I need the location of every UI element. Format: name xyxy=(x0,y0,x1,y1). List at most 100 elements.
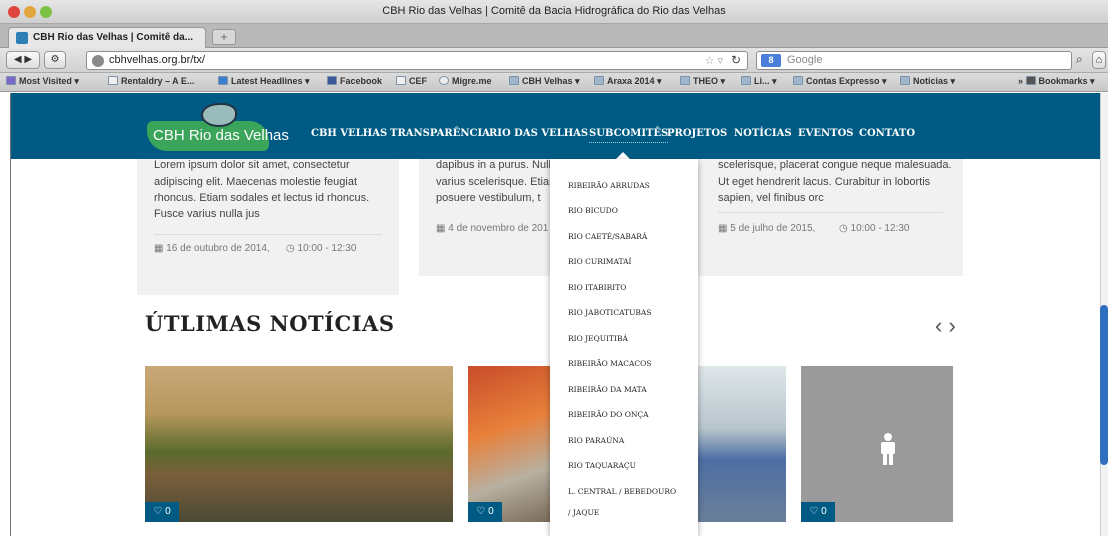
event-text-line: rhoncus. Etiam sodales et lectus id rhon… xyxy=(154,192,370,204)
subcomites-dropdown: RIBEIRÃO ARRUDAS RIO BICUDO RIO CAETÉ/SA… xyxy=(550,159,698,536)
new-tab-button[interactable]: + xyxy=(212,29,236,45)
bookmark-folder[interactable]: Contas Expresso ▾ xyxy=(793,76,887,87)
nav-eventos[interactable]: EVENTOS xyxy=(798,128,854,139)
heart-icon[interactable]: ♡ 0 xyxy=(476,506,493,517)
like-counter[interactable]: ♡ 0 xyxy=(801,502,835,522)
window-title: CBH Rio das Velhas | Comitê da Bacia Hid… xyxy=(382,5,726,17)
event-text-line: Fusce varius nulla jus xyxy=(154,208,260,220)
heart-icon[interactable]: ♡ 0 xyxy=(153,506,170,517)
browser-window: CBH Rio das Velhas | Comitê da Bacia Hid… xyxy=(0,0,1108,536)
news-image[interactable] xyxy=(698,366,786,522)
news-image[interactable]: ♡ 0 xyxy=(468,366,552,522)
tab-bar: CBH Rio das Velhas | Comitê da... + xyxy=(0,24,1108,48)
latest-news-heading: ÚTLIMAS NOTÍCIAS xyxy=(145,311,395,336)
event-text-line: sapien, vel finibus orc xyxy=(718,192,824,204)
submenu-item[interactable]: RIBEIRÃO MACACOS xyxy=(568,359,651,368)
heart-icon[interactable]: ♡ 0 xyxy=(809,506,826,517)
navigation-bar: ◀ ▶ ⚙ cbhvelhas.org.br/tx/ ☆ ▿ ↻ 8 Googl… xyxy=(0,48,1108,73)
fish-logo-icon xyxy=(201,103,237,127)
bookmark-folder[interactable]: THEO ▾ xyxy=(680,76,725,87)
back-button[interactable]: ◀ ▶ xyxy=(6,51,40,69)
tab-label: CBH Rio das Velhas | Comitê da... xyxy=(33,32,194,43)
browser-tab[interactable]: CBH Rio das Velhas | Comitê da... xyxy=(8,27,206,48)
nav-contato[interactable]: CONTATO xyxy=(859,128,915,139)
bookmark-star-icon[interactable]: ☆ ▿ xyxy=(705,54,723,67)
person-icon xyxy=(881,433,895,465)
submenu-item[interactable]: RIBEIRÃO DO ONÇA xyxy=(568,410,649,419)
submenu-item[interactable]: RIO ITABIRITO xyxy=(568,283,626,292)
carousel-arrows[interactable]: ‹ › xyxy=(935,313,956,339)
web-page: CBH Rio das Velhas CBH VELHAS TRANSPARÊN… xyxy=(10,93,1102,536)
submenu-item[interactable]: RIO JEQUITIBÁ xyxy=(568,334,628,343)
search-icon[interactable]: ⌕ xyxy=(1076,52,1083,67)
clock-icon: ◷ xyxy=(839,223,851,234)
calendar-icon: ▦ xyxy=(154,243,167,254)
submenu-item[interactable]: RIBEIRÃO ARRUDAS xyxy=(568,181,650,190)
favicon-icon xyxy=(16,32,28,44)
submenu-item[interactable]: RIO CAETÉ/SABARÁ xyxy=(568,232,647,241)
bookmark-item[interactable]: Migre.me xyxy=(439,76,492,86)
reload-icon[interactable]: ↻ xyxy=(731,53,741,67)
news-image[interactable]: ♡ 0 xyxy=(145,366,453,522)
url-bar[interactable]: cbhvelhas.org.br/tx/ ☆ ▿ ↻ xyxy=(86,51,748,70)
event-date: ▦ 5 de julho de 2015, xyxy=(718,223,816,234)
nav-noticias[interactable]: NOTÍCIAS xyxy=(734,128,792,139)
event-text-line: Ut eget hendrerit lacus. Curabitur in lo… xyxy=(718,176,931,188)
nav-rio-das-velhas[interactable]: RIO DAS VELHAS xyxy=(489,128,588,139)
home-button[interactable]: ⌂ xyxy=(1092,51,1106,69)
nav-transparencia[interactable]: TRANSPARÊNCIA xyxy=(390,128,490,139)
chevron-right-icon[interactable]: › xyxy=(948,313,955,338)
bookmark-item[interactable]: Rentaldry – A E... xyxy=(108,76,194,86)
event-time: ◷ 10:00 - 12:30 xyxy=(286,243,357,254)
submenu-item[interactable]: RIO PARAÚNA xyxy=(568,436,624,445)
submenu-item[interactable]: RIO JABOTICATUBAS xyxy=(568,308,651,317)
chevron-left-icon[interactable]: ‹ xyxy=(935,313,942,338)
like-counter[interactable]: ♡ 0 xyxy=(145,502,179,522)
submenu-item[interactable]: L. CENTRAL / BEBEDOURO xyxy=(568,487,676,496)
site-header: CBH Rio das Velhas CBH VELHAS TRANSPARÊN… xyxy=(11,93,1102,159)
submenu-item[interactable]: RIBEIRÃO DA MATA xyxy=(568,385,647,394)
event-date: ▦ 4 de novembro de 201 xyxy=(436,223,549,234)
site-identity-button[interactable]: ⚙ xyxy=(44,51,66,69)
event-time: ◷ 10:00 - 12:30 xyxy=(839,223,910,234)
bookmark-folder[interactable]: Li... ▾ xyxy=(741,76,777,87)
submenu-item[interactable]: RIO TAQUARAÇU xyxy=(568,461,636,470)
event-text-line: varius scelerisque. Etiam xyxy=(436,176,559,188)
globe-icon xyxy=(92,55,104,67)
search-engine-icon[interactable]: 8 xyxy=(761,54,781,67)
clock-icon: ◷ xyxy=(286,243,298,254)
event-text-line: scelerisque, placerat congue neque males… xyxy=(718,159,952,171)
bookmark-folder[interactable]: CBH Velhas ▾ xyxy=(509,76,580,87)
title-bar: CBH Rio das Velhas | Comitê da Bacia Hid… xyxy=(0,0,1108,24)
event-text-line: posuere vestibulum, t xyxy=(436,192,541,204)
site-logo[interactable]: CBH Rio das Velhas xyxy=(147,103,289,151)
event-date: ▦ 16 de outubro de 2014, xyxy=(154,243,270,254)
event-text-line: Lorem ipsum dolor sit amet, consectetur xyxy=(154,159,350,171)
like-counter[interactable]: ♡ 0 xyxy=(468,502,502,522)
submenu-item[interactable]: RIO BICUDO xyxy=(568,206,618,215)
nav-cbh-velhas[interactable]: CBH VELHAS xyxy=(311,128,387,139)
search-placeholder: Google xyxy=(787,54,823,66)
event-card[interactable]: Lorem ipsum dolor sit amet, consectetur … xyxy=(137,159,399,295)
divider xyxy=(718,212,943,213)
bookmarks-menu[interactable]: » Bookmarks ▾ xyxy=(1018,76,1095,87)
bookmark-folder[interactable]: Araxa 2014 ▾ xyxy=(594,76,662,87)
submenu-item[interactable]: RIO CURIMATAÍ xyxy=(568,257,631,266)
nav-projetos[interactable]: PROJETOS xyxy=(667,128,727,139)
bookmark-folder[interactable]: Noticias ▾ xyxy=(900,76,955,87)
event-text-line: dapibus in a purus. Nulla xyxy=(436,159,558,171)
bookmark-item[interactable]: Most Visited ▾ xyxy=(6,76,79,87)
calendar-icon: ▦ xyxy=(718,223,731,234)
scrollbar-thumb[interactable] xyxy=(1100,305,1108,465)
bookmark-item[interactable]: Latest Headlines ▾ xyxy=(218,76,310,87)
bookmark-item[interactable]: CEF xyxy=(396,76,427,86)
search-input[interactable]: 8 Google xyxy=(756,51,1072,70)
url-text: cbhvelhas.org.br/tx/ xyxy=(109,54,205,66)
submenu-item[interactable]: / JAQUE xyxy=(568,508,599,517)
bookmark-item[interactable]: Facebook xyxy=(327,76,382,86)
divider xyxy=(154,234,382,235)
event-text-line: adipiscing elit. Maecenas molestie feugi… xyxy=(154,176,358,188)
bookmarks-bar: Most Visited ▾ Rentaldry – A E... Latest… xyxy=(0,73,1108,92)
dropdown-caret xyxy=(616,152,630,159)
nav-subcomites[interactable]: SUBCOMITÊS xyxy=(589,128,669,143)
